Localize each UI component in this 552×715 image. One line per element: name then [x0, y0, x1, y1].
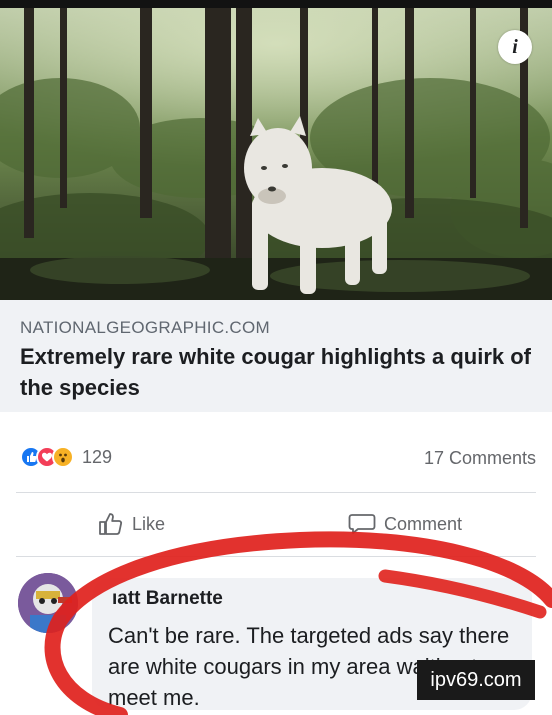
avatar[interactable] — [18, 573, 78, 633]
info-icon: i — [512, 35, 518, 58]
post-photo[interactable] — [0, 8, 552, 300]
link-headline[interactable]: Extremely rare white cougar highlights a… — [20, 341, 532, 403]
reactions-summary[interactable]: 129 — [20, 446, 112, 468]
comment-button[interactable]: Comment — [348, 512, 462, 536]
wow-icon — [52, 446, 74, 468]
comment-bubble-icon — [348, 514, 376, 534]
link-domain[interactable]: NATIONALGEOGRAPHIC.COM — [20, 318, 270, 338]
comment-button-label: Comment — [384, 513, 463, 534]
thumbs-up-icon — [99, 513, 123, 535]
comment-author[interactable]: ıatt Barnette — [112, 588, 223, 610]
reaction-count: 129 — [82, 446, 113, 467]
watermark: ipv69.com — [417, 660, 535, 700]
cougar-photo-image — [0, 8, 552, 300]
like-button[interactable]: Like — [98, 512, 165, 536]
like-button-label: Like — [132, 513, 166, 534]
divider — [16, 556, 536, 557]
info-button[interactable]: i — [498, 30, 532, 64]
divider — [16, 492, 536, 493]
top-bar — [0, 0, 552, 8]
comments-count-link[interactable]: 17 Comments — [424, 448, 536, 469]
